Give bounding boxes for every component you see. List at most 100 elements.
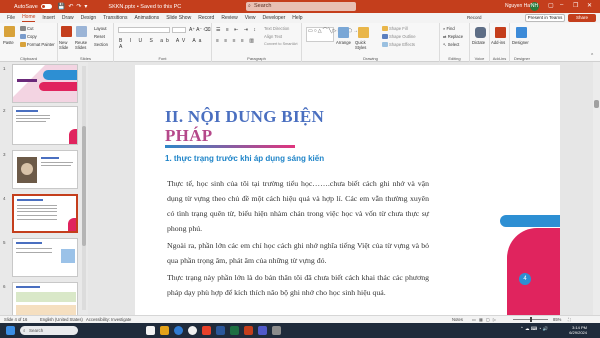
new-slide-button[interactable]: New Slide [59,40,73,50]
slide-thumbnail[interactable] [12,150,78,189]
addins-button[interactable]: Add-ins [491,40,505,45]
menu-tab-insert[interactable]: Insert [42,15,55,21]
paste-icon[interactable] [4,26,15,37]
menu-tab-home[interactable]: Home [22,14,36,22]
text-direction-button[interactable]: Text Direction [264,26,289,31]
shape-outline-button[interactable]: Shape Outline [382,34,416,40]
slide-thumbnail-selected[interactable] [12,194,78,233]
edge-icon[interactable] [174,326,183,335]
font-name-box[interactable] [118,27,170,33]
body-paragraph-3[interactable]: Thực trạng này phần lớn là do bản thân t… [167,270,429,300]
microphone-icon[interactable] [475,27,486,38]
menu-tab-animations[interactable]: Animations [134,15,159,21]
taskbar-search[interactable]: ⌕ Search [20,326,78,335]
replace-button[interactable]: ⇄ Replace [443,34,463,39]
arrange-icon[interactable] [338,27,349,38]
list-buttons[interactable]: ☰ ≡ ⇤ ⇥ ↕ [216,27,258,33]
menu-tab-file[interactable]: File [7,15,15,21]
slide-scrollbar[interactable] [593,62,600,315]
shapes-gallery[interactable]: ▭○△⌒╲▷☐◇⬠→ [306,27,358,42]
thumbnail-scroll-thumb[interactable] [82,126,86,246]
quick-styles-button[interactable]: Quick Styles [355,40,373,50]
collapse-ribbon-icon[interactable]: ⌃ [590,53,594,59]
designer-button[interactable]: Designer [512,40,529,45]
app-icon[interactable] [272,326,281,335]
addins-icon[interactable] [495,27,506,38]
align-buttons[interactable]: ≡ ≡ ≡ ≡ ▥ [216,38,256,44]
shape-effects-button[interactable]: Shape Effects [382,42,415,48]
shape-fill-button[interactable]: Shape Fill [382,26,408,32]
reuse-slides-icon[interactable] [76,26,87,37]
quick-access-toolbar[interactable]: 💾↶↷▾ [58,3,91,10]
teams-icon[interactable] [258,326,267,335]
slide-thumbnail[interactable] [12,64,78,103]
app-icon[interactable] [202,326,211,335]
dictate-button[interactable]: Dictate [472,40,485,45]
designer-icon[interactable] [516,27,527,38]
menu-tab-transitions[interactable]: Transitions [103,15,127,21]
format-painter-button[interactable]: Format Painter [20,42,55,48]
body-paragraph-1[interactable]: Thực tế, học sinh của tôi tại trường tiể… [167,176,429,236]
cut-button[interactable]: Cut [20,26,34,32]
task-view-icon[interactable] [146,326,155,335]
powerpoint-icon[interactable] [244,326,253,335]
file-explorer-icon[interactable] [160,326,169,335]
excel-icon[interactable] [230,326,239,335]
copy-button[interactable]: Copy [20,34,37,40]
record-button[interactable]: Record [467,15,482,20]
paragraph-group: ☰ ≡ ⇤ ⇥ ↕ ≡ ≡ ≡ ≡ ▥ Text Direction Align… [212,23,302,62]
paste-button[interactable]: Paste [3,40,14,45]
slide-subtitle[interactable]: 1. thực trạng trước khi áp dụng sáng kiế… [165,154,335,163]
slide-title[interactable]: II. NỘI DUNG BIỆN PHÁP [165,107,355,145]
body-paragraph-2[interactable]: Ngoài ra, phần lớn các em chỉ học cách g… [167,238,429,268]
fit-slide-icon[interactable]: ⛶ [568,317,571,322]
maximize-icon[interactable]: ❐ [573,2,578,9]
zoom-slider-handle[interactable] [530,317,532,322]
slide-thumbnail[interactable] [12,238,78,277]
section-button[interactable]: Section [94,42,108,47]
present-in-teams-button[interactable]: Present in Teams [525,14,565,22]
slide-scroll-thumb[interactable] [594,100,599,108]
menu-tab-help[interactable]: Help [292,15,302,21]
quick-styles-icon[interactable] [358,27,369,38]
menu-tab-design[interactable]: Design [81,15,97,21]
menu-tab-draw[interactable]: Draw [62,15,74,21]
arrange-button[interactable]: Arrange [336,40,351,45]
slide-thumbnail[interactable] [12,106,78,145]
avatar[interactable]: NH [530,2,539,11]
reset-button[interactable]: Reset [94,34,105,39]
menu-tab-developer[interactable]: Developer [262,15,285,21]
menu-tab-slide-show[interactable]: Slide Show [166,15,191,21]
smartart-button[interactable]: Convert to SmartArt [264,42,298,46]
font-size-box[interactable] [172,27,186,33]
accessibility-status[interactable]: Accessibility: Investigate [86,317,131,322]
minimize-icon[interactable]: – [560,2,563,8]
layout-button[interactable]: Layout [94,26,107,31]
search-input[interactable]: ⌕ Search [246,2,356,11]
find-button[interactable]: ⌕ Find [443,26,455,31]
menu-tab-view[interactable]: View [245,15,256,21]
word-icon[interactable] [216,326,225,335]
thumbnail-scrollbar[interactable] [82,66,86,310]
language-status[interactable]: English (United States) [40,317,83,322]
align-text-button[interactable]: Align Text [264,34,282,39]
ribbon-display-icon[interactable]: ▢ [548,2,554,9]
view-buttons[interactable]: ▭▦▢▷ [472,317,499,322]
font-size-buttons[interactable]: A⁺ A⁻ ⌫ [189,27,211,33]
zoom-level[interactable]: 85% [553,317,561,322]
menu-tab-record[interactable]: Record [198,15,214,21]
font-format-buttons[interactable]: B I U S ab AV Aa A [119,38,211,50]
notes-button[interactable]: Notes [452,317,463,322]
menu-tab-review[interactable]: Review [221,15,237,21]
autosave-toggle[interactable] [40,4,52,9]
reuse-slides-button[interactable]: Reuse Slides [75,40,91,50]
close-icon[interactable]: ✕ [587,2,592,9]
slide-canvas[interactable]: II. NỘI DUNG BIỆN PHÁP 1. thực trạng trư… [135,65,560,315]
new-slide-icon[interactable] [61,26,72,37]
share-button[interactable]: Share [568,14,596,22]
system-tray-icons[interactable]: ⌃ ☁ ⌨ ◔ 🔊 [520,326,548,332]
chrome-icon[interactable] [188,326,197,335]
select-button[interactable]: ↖ Select [443,42,459,47]
clock[interactable]: 3:14 PM 6/29/2024 [563,325,587,335]
windows-start-icon[interactable] [6,326,15,335]
